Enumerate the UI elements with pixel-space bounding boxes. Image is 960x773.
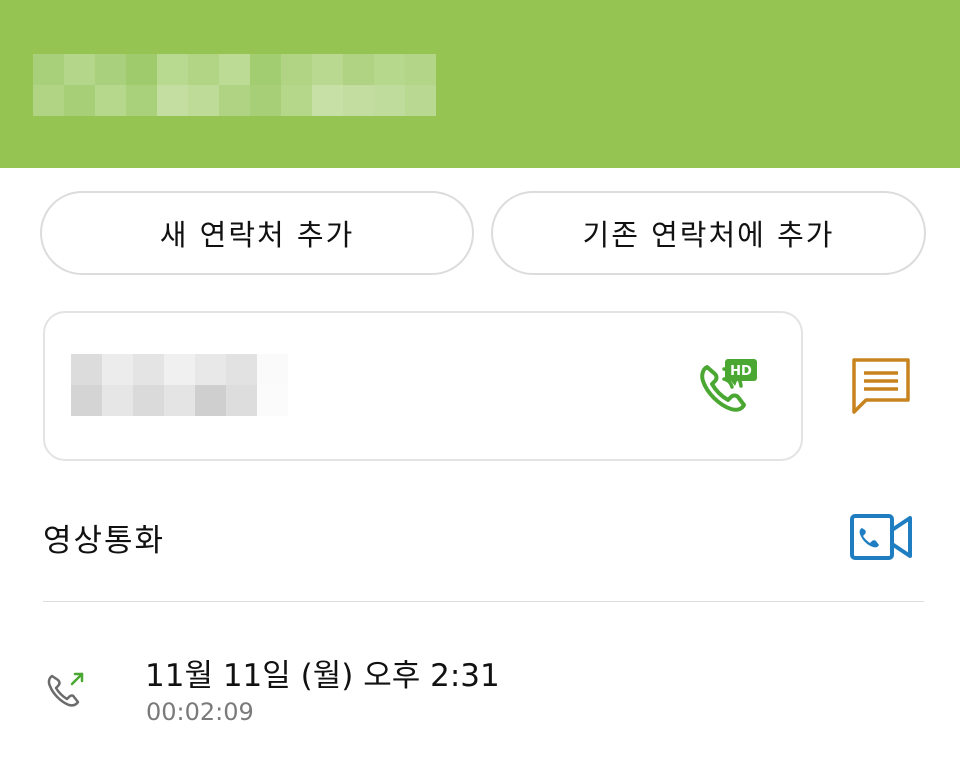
contact-detail-screen: 새 연락처 추가 기존 연락처에 추가 HD 영상통화 11월 11일 (월) … <box>0 0 960 773</box>
add-to-existing-contact-label: 기존 연락처에 추가 <box>582 218 835 252</box>
hd-badge-text: HD <box>730 364 752 379</box>
hd-voice-call-icon[interactable]: HD <box>697 355 761 417</box>
redacted-phone-number <box>71 354 291 418</box>
call-log-date: 11월 11일 (월) 오후 2:31 <box>145 658 500 694</box>
add-to-existing-contact-button[interactable]: 기존 연락처에 추가 <box>491 191 926 275</box>
section-divider <box>43 601 924 602</box>
phone-number-card[interactable]: HD <box>43 311 803 461</box>
outgoing-call-icon <box>47 672 84 707</box>
add-new-contact-label: 새 연락처 추가 <box>159 218 355 252</box>
video-call-label[interactable]: 영상통화 <box>43 515 165 560</box>
call-log-duration: 00:02:09 <box>146 698 254 726</box>
video-call-icon[interactable] <box>848 512 914 562</box>
contact-header <box>0 0 960 168</box>
message-icon[interactable] <box>848 356 914 416</box>
redacted-contact-name <box>33 54 436 116</box>
add-new-contact-button[interactable]: 새 연락처 추가 <box>40 191 474 275</box>
